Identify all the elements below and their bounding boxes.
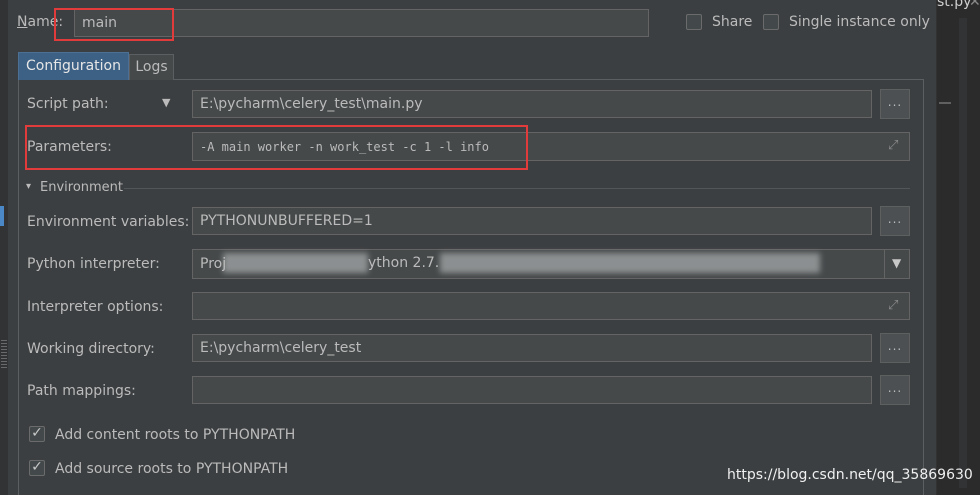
share-label: Share	[712, 14, 753, 30]
env-vars-label: Environment variables:	[27, 214, 190, 230]
close-icon[interactable]: ✕	[969, 0, 980, 10]
editor-background-panel: st.py ✕	[936, 0, 980, 495]
chevron-down-icon[interactable]: ▼	[892, 256, 901, 270]
interpreter-label: Python interpreter:	[27, 256, 160, 272]
active-tool-marker	[0, 206, 4, 226]
script-path-input[interactable]: E:\pycharm\celery_test\main.py	[192, 90, 872, 118]
single-instance-checkbox[interactable]	[763, 14, 779, 30]
tab-logs[interactable]: Logs	[129, 54, 174, 80]
expand-icon[interactable]: ⤢	[888, 138, 898, 153]
script-path-label: Script path:	[27, 96, 109, 112]
add-source-roots-checkbox[interactable]: ✓	[29, 460, 45, 476]
environment-section-title: Environment	[40, 180, 124, 195]
env-vars-browse-button[interactable]: ...	[880, 206, 910, 236]
path-mappings-browse-button[interactable]: ...	[880, 375, 910, 405]
single-instance-label: Single instance only	[789, 14, 930, 30]
add-content-roots-checkbox[interactable]: ✓	[29, 426, 45, 442]
interpreter-options-label: Interpreter options:	[27, 299, 164, 315]
gutter-mark	[939, 102, 951, 104]
expand-icon[interactable]: ⤢	[888, 298, 898, 313]
left-tool-strip	[0, 0, 8, 495]
share-checkbox[interactable]	[686, 14, 702, 30]
resize-grip[interactable]	[1, 340, 7, 370]
environment-toggle-icon[interactable]: ▾	[26, 181, 31, 192]
working-dir-browse-button[interactable]: ...	[880, 333, 910, 363]
path-mappings-label: Path mappings:	[27, 383, 136, 399]
select-divider	[884, 250, 885, 278]
interpreter-value-mid: ython 2.7.	[368, 255, 440, 271]
editor-tab-label[interactable]: st.py	[937, 0, 971, 10]
working-dir-input[interactable]: E:\pycharm\celery_test	[192, 334, 872, 362]
path-mappings-input[interactable]	[192, 376, 872, 404]
script-path-dropdown-icon[interactable]: ▼	[162, 96, 170, 109]
parameters-highlight-box	[25, 125, 528, 170]
add-content-roots-label: Add content roots to PYTHONPATH	[55, 427, 296, 443]
script-path-browse-button[interactable]: ...	[880, 89, 910, 119]
interpreter-options-input[interactable]	[192, 292, 910, 320]
editor-scrollbar[interactable]	[959, 18, 967, 488]
add-source-roots-label: Add source roots to PYTHONPATH	[55, 461, 289, 477]
environment-divider	[124, 188, 910, 189]
name-highlight-box	[54, 8, 174, 41]
redacted-region-2	[440, 253, 820, 273]
redacted-region	[223, 253, 368, 273]
env-vars-input[interactable]: PYTHONUNBUFFERED=1	[192, 207, 872, 235]
tab-configuration[interactable]: Configuration	[18, 52, 129, 80]
working-dir-label: Working directory:	[27, 341, 155, 357]
watermark: https://blog.csdn.net/qq_35869630	[727, 467, 973, 483]
